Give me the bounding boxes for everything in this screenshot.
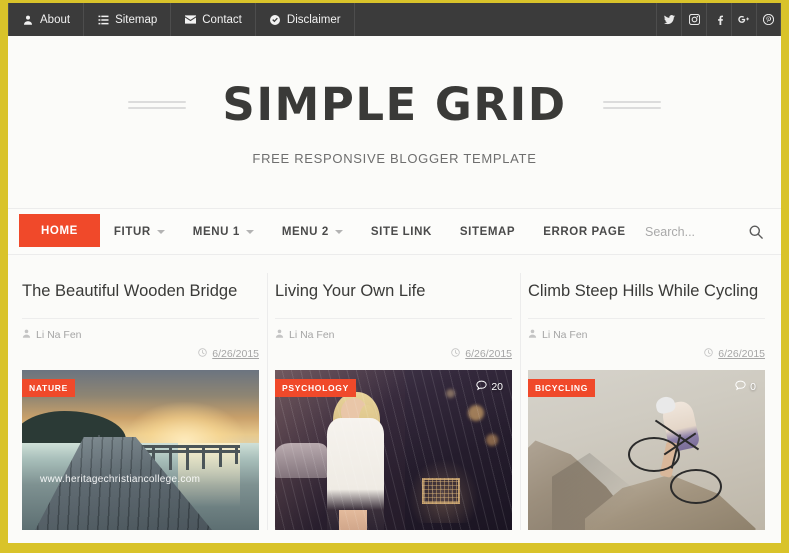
title-row: SIMPLE GRID	[128, 78, 661, 131]
nav-label: SITEMAP	[459, 225, 516, 238]
post-card: Living Your Own Life Li Na Fen 6/26/2015	[267, 255, 520, 530]
topnav-item-sitemap[interactable]: Sitemap	[84, 3, 172, 36]
comment-bubble-icon	[735, 380, 746, 394]
facebook-icon[interactable]	[706, 3, 731, 36]
main-nav-list: HOME FITUR MENU 1 MENU 2 SITE LINK SITEM…	[14, 209, 640, 254]
title-rule-left	[128, 97, 187, 113]
nav-item-menu-1[interactable]: MENU 1	[179, 209, 268, 254]
chevron-down-icon	[245, 229, 254, 234]
user-icon	[528, 329, 537, 341]
search-box	[645, 209, 781, 254]
topnav-item-contact[interactable]: Contact	[171, 3, 256, 36]
nav-item-site-link[interactable]: SITE LINK	[357, 209, 446, 254]
image-watermark: www.heritagechristiancollege.com	[40, 473, 201, 485]
nav-item-home[interactable]: HOME	[19, 214, 100, 247]
nav-label: SITE LINK	[370, 225, 432, 238]
post-category-badge[interactable]: NATURE	[22, 378, 75, 397]
list-icon	[97, 14, 109, 26]
post-category-badge[interactable]: PSYCHOLOGY	[275, 378, 356, 397]
post-author: Li Na Fen	[528, 329, 765, 341]
clock-icon	[451, 347, 461, 360]
social-links	[656, 3, 781, 36]
site-header: SIMPLE GRID FREE RESPONSIVE BLOGGER TEMP…	[8, 36, 781, 208]
topnav-label: About	[40, 13, 71, 26]
user-icon	[22, 329, 31, 341]
post-card: The Beautiful Wooden Bridge Li Na Fen 6/…	[14, 255, 267, 530]
search-icon[interactable]	[749, 225, 763, 239]
topnav-item-disclaimer[interactable]: Disclaimer	[256, 3, 355, 36]
nav-label: MENU 2	[281, 225, 329, 238]
nav-label: FITUR	[113, 225, 151, 238]
main-nav: HOME FITUR MENU 1 MENU 2 SITE LINK SITEM…	[8, 208, 781, 255]
post-title[interactable]: The Beautiful Wooden Bridge	[22, 255, 259, 318]
top-bar: About Sitemap Contact Disclaimer	[8, 3, 781, 36]
search-input[interactable]	[645, 224, 735, 239]
post-author: Li Na Fen	[22, 329, 259, 341]
user-icon	[275, 329, 284, 341]
user-icon	[22, 14, 34, 26]
chevron-down-icon	[156, 229, 165, 234]
comment-count-value: 20	[491, 380, 503, 393]
pinterest-icon[interactable]	[756, 3, 781, 36]
comment-bubble-icon	[476, 380, 487, 394]
post-comment-count[interactable]: 0	[735, 380, 756, 394]
post-thumbnail[interactable]: www.heritagechristiancollege.com NATURE	[22, 369, 259, 530]
nav-label: HOME	[41, 224, 78, 237]
topnav-item-about[interactable]: About	[8, 3, 85, 36]
check-circle-icon	[269, 14, 281, 26]
post-author-name: Li Na Fen	[289, 328, 335, 341]
title-rule-right	[602, 97, 661, 113]
post-meta: Li Na Fen 6/26/2015	[275, 317, 512, 370]
post-meta: Li Na Fen 6/26/2015	[528, 317, 765, 370]
post-date: 6/26/2015	[528, 348, 765, 370]
post-category-badge[interactable]: BICYCLING	[528, 378, 596, 397]
googleplus-icon[interactable]	[731, 3, 756, 36]
topnav-label: Sitemap	[115, 13, 158, 26]
chevron-down-icon	[334, 229, 343, 234]
post-comment-count[interactable]: 20	[476, 380, 503, 394]
nav-item-error-page[interactable]: ERROR PAGE	[529, 209, 639, 254]
site-frame: About Sitemap Contact Disclaimer SIMPLE …	[8, 3, 781, 543]
comment-count-value: 0	[750, 380, 756, 393]
post-meta: Li Na Fen 6/26/2015	[22, 317, 259, 370]
topnav-label: Contact	[202, 13, 242, 26]
post-card: Climb Steep Hills While Cycling Li Na Fe…	[520, 255, 773, 530]
post-thumbnail[interactable]: BICYCLING 0	[528, 369, 765, 530]
nav-item-sitemap[interactable]: SITEMAP	[446, 209, 529, 254]
post-date-value[interactable]: 6/26/2015	[465, 348, 512, 360]
post-date-value[interactable]: 6/26/2015	[212, 348, 259, 360]
post-date: 6/26/2015	[275, 348, 512, 370]
post-thumbnail[interactable]: PSYCHOLOGY 20	[275, 369, 512, 530]
post-date: 6/26/2015	[22, 348, 259, 370]
page-title: SIMPLE GRID	[222, 78, 567, 131]
post-date-value[interactable]: 6/26/2015	[718, 348, 765, 360]
posts-grid: The Beautiful Wooden Bridge Li Na Fen 6/…	[8, 255, 781, 530]
envelope-icon	[184, 14, 196, 26]
instagram-icon[interactable]	[681, 3, 706, 36]
clock-icon	[198, 347, 208, 360]
top-nav: About Sitemap Contact Disclaimer	[8, 3, 355, 36]
nav-item-menu-2[interactable]: MENU 2	[268, 209, 357, 254]
post-author: Li Na Fen	[275, 329, 512, 341]
clock-icon	[704, 347, 714, 360]
post-author-name: Li Na Fen	[542, 328, 588, 341]
post-title[interactable]: Climb Steep Hills While Cycling	[528, 255, 765, 318]
site-tagline: FREE RESPONSIVE BLOGGER TEMPLATE	[252, 151, 537, 166]
topnav-label: Disclaimer	[286, 13, 341, 26]
post-author-name: Li Na Fen	[36, 328, 82, 341]
nav-label: ERROR PAGE	[543, 225, 626, 238]
post-title[interactable]: Living Your Own Life	[275, 255, 512, 318]
nav-label: MENU 1	[192, 225, 240, 238]
nav-item-fitur[interactable]: FITUR	[100, 209, 179, 254]
twitter-icon[interactable]	[656, 3, 681, 36]
page-border: About Sitemap Contact Disclaimer SIMPLE …	[0, 0, 789, 553]
